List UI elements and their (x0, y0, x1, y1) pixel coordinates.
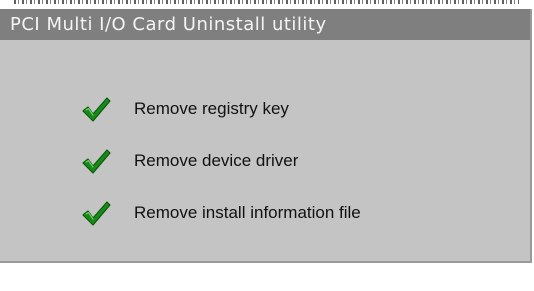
checkmark-icon (80, 198, 112, 228)
title-bar[interactable]: PCI Multi I/O Card Uninstall utility (0, 9, 530, 40)
uninstall-dialog: PCI Multi I/O Card Uninstall utility Rem… (0, 9, 532, 263)
checkmark-icon (80, 146, 112, 176)
step-remove-device-driver: Remove device driver (80, 146, 298, 176)
step-label: Remove install information file (134, 203, 361, 222)
cropped-text (14, 0, 519, 4)
dialog-title: PCI Multi I/O Card Uninstall utility (10, 14, 327, 35)
checkmark-icon (80, 94, 112, 124)
screen: PCI Multi I/O Card Uninstall utility Rem… (0, 0, 534, 291)
desktop-background (0, 263, 534, 291)
step-remove-registry-key: Remove registry key (80, 94, 289, 124)
step-label: Remove device driver (134, 151, 299, 170)
uninstall-steps-list: Remove registry key Remove device driver (0, 40, 530, 261)
step-remove-install-information-file: Remove install information file (80, 198, 361, 228)
step-label: Remove registry key (134, 99, 289, 118)
background-window-edge (0, 0, 534, 9)
